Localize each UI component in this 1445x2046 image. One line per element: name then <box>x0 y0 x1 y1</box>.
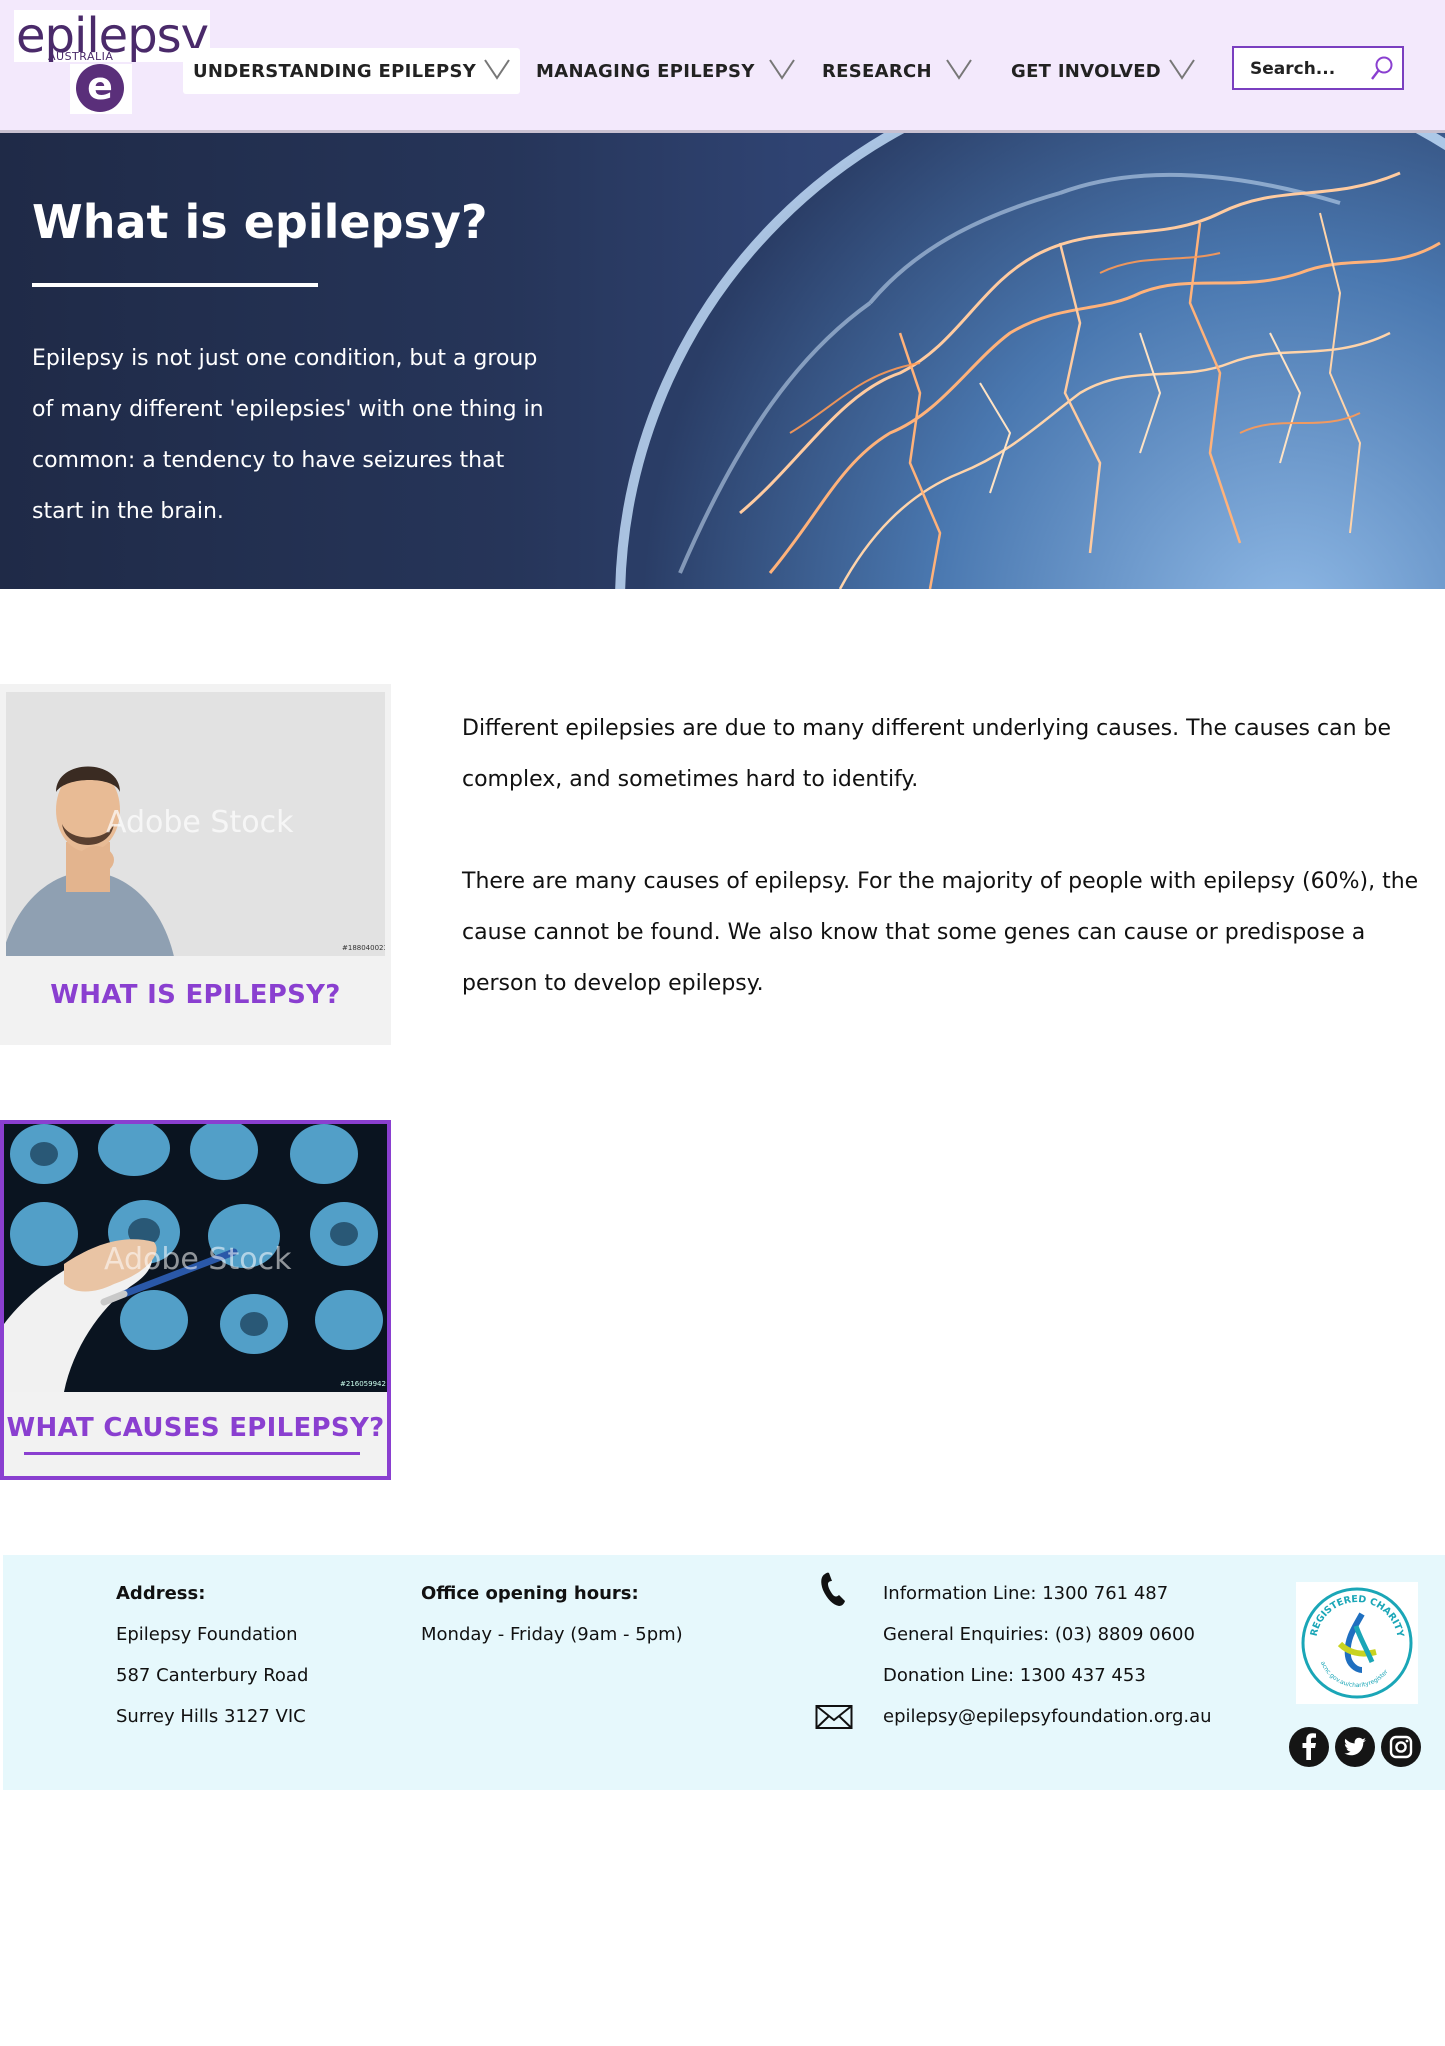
general-enquiries[interactable]: General Enquiries: (03) 8809 0600 <box>883 1614 1212 1655</box>
nav-label: MANAGING EPILEPSY <box>536 60 755 82</box>
donation-line[interactable]: Donation Line: 1300 437 453 <box>883 1655 1212 1696</box>
hours-line: Monday - Friday (9am - 5pm) <box>421 1624 683 1645</box>
site-header: epilepsy AUSTRALIA e UNDERSTANDING EPILE… <box>0 0 1445 133</box>
nav-get-involved[interactable]: GET INVOLVED <box>1011 48 1195 94</box>
logo-mark: e <box>70 64 132 114</box>
address-line: Surrey Hills 3127 VIC <box>116 1706 306 1727</box>
card-title: WHAT IS EPILEPSY? <box>50 980 341 1010</box>
hours-heading: Office opening hours: <box>421 1583 639 1604</box>
card-title-underline <box>24 1452 360 1455</box>
footer-address: Address: Epilepsy Foundation 587 Canterb… <box>116 1573 308 1737</box>
mail-icon <box>815 1703 853 1735</box>
instagram-icon[interactable] <box>1381 1727 1421 1767</box>
search-box <box>1232 46 1404 90</box>
chevron-down-icon <box>1169 58 1195 85</box>
phone-icon <box>819 1572 847 1612</box>
search-icon[interactable] <box>1370 56 1394 86</box>
nav-label: RESEARCH <box>822 60 932 82</box>
footer-contact: Information Line: 1300 761 487 General E… <box>883 1573 1212 1737</box>
logo-subtitle: AUSTRALIA <box>48 50 114 63</box>
chevron-down-icon <box>946 58 972 85</box>
nav-research[interactable]: RESEARCH <box>822 48 972 94</box>
content-paragraph-2: There are many causes of epilepsy. For t… <box>462 869 1419 996</box>
hero-banner: What is epilepsy? Epilepsy is not just o… <box>0 133 1445 589</box>
stock-watermark: Adobe Stock <box>104 1242 292 1277</box>
chevron-down-icon <box>768 58 795 85</box>
svg-text:#216059942: #216059942 <box>340 1380 386 1388</box>
card-title: WHAT CAUSES EPILEPSY? <box>6 1413 385 1443</box>
svg-text:#188040023: #188040023 <box>342 944 385 952</box>
nav-managing-epilepsy[interactable]: MANAGING EPILEPSY <box>536 48 795 94</box>
twitter-icon[interactable] <box>1335 1727 1375 1767</box>
brain-scan-photo: Adobe Stock #216059942 <box>4 1124 387 1392</box>
nav-understanding-epilepsy[interactable]: UNDERSTANDING EPILEPSY <box>183 48 521 94</box>
footer-hours: Office opening hours: Monday - Friday (9… <box>421 1573 683 1655</box>
title-underline <box>32 283 318 287</box>
nav-label: GET INVOLVED <box>1011 60 1162 82</box>
logo-mark-letter: e <box>76 64 124 112</box>
address-heading: Address: <box>116 1583 206 1604</box>
nav-label: UNDERSTANDING EPILEPSY <box>193 60 477 82</box>
registered-charity-badge[interactable]: REGISTERED CHARITY acnc.gov.au/charityre… <box>1296 1582 1418 1704</box>
hero-intro-text: Epilepsy is not just one condition, but … <box>32 346 544 524</box>
site-footer: Address: Epilepsy Foundation 587 Canterb… <box>3 1555 1445 1790</box>
address-line: Epilepsy Foundation <box>116 1624 298 1645</box>
footer-email-link[interactable]: epilepsy@epilepsyfoundation.org.au <box>883 1696 1212 1737</box>
card-what-is-epilepsy[interactable]: Adobe Stock #188040023 WHAT IS EPILEPSY? <box>0 684 391 1045</box>
facebook-icon[interactable] <box>1289 1727 1329 1767</box>
content-paragraph-1: Different epilepsies are due to many dif… <box>462 716 1392 792</box>
thinking-man-photo: Adobe Stock #188040023 <box>6 692 385 956</box>
information-line[interactable]: Information Line: 1300 761 487 <box>883 1573 1212 1614</box>
address-line: 587 Canterbury Road <box>116 1665 309 1686</box>
stock-watermark: Adobe Stock <box>106 805 294 840</box>
search-input[interactable] <box>1248 56 1372 82</box>
card-what-causes-epilepsy[interactable]: Adobe Stock #216059942 WHAT CAUSES EPILE… <box>0 1120 391 1480</box>
page-title: What is epilepsy? <box>32 195 488 249</box>
site-logo[interactable]: epilepsy AUSTRALIA e <box>14 10 211 114</box>
brain-illustration <box>615 133 1445 589</box>
chevron-down-icon <box>484 58 510 85</box>
